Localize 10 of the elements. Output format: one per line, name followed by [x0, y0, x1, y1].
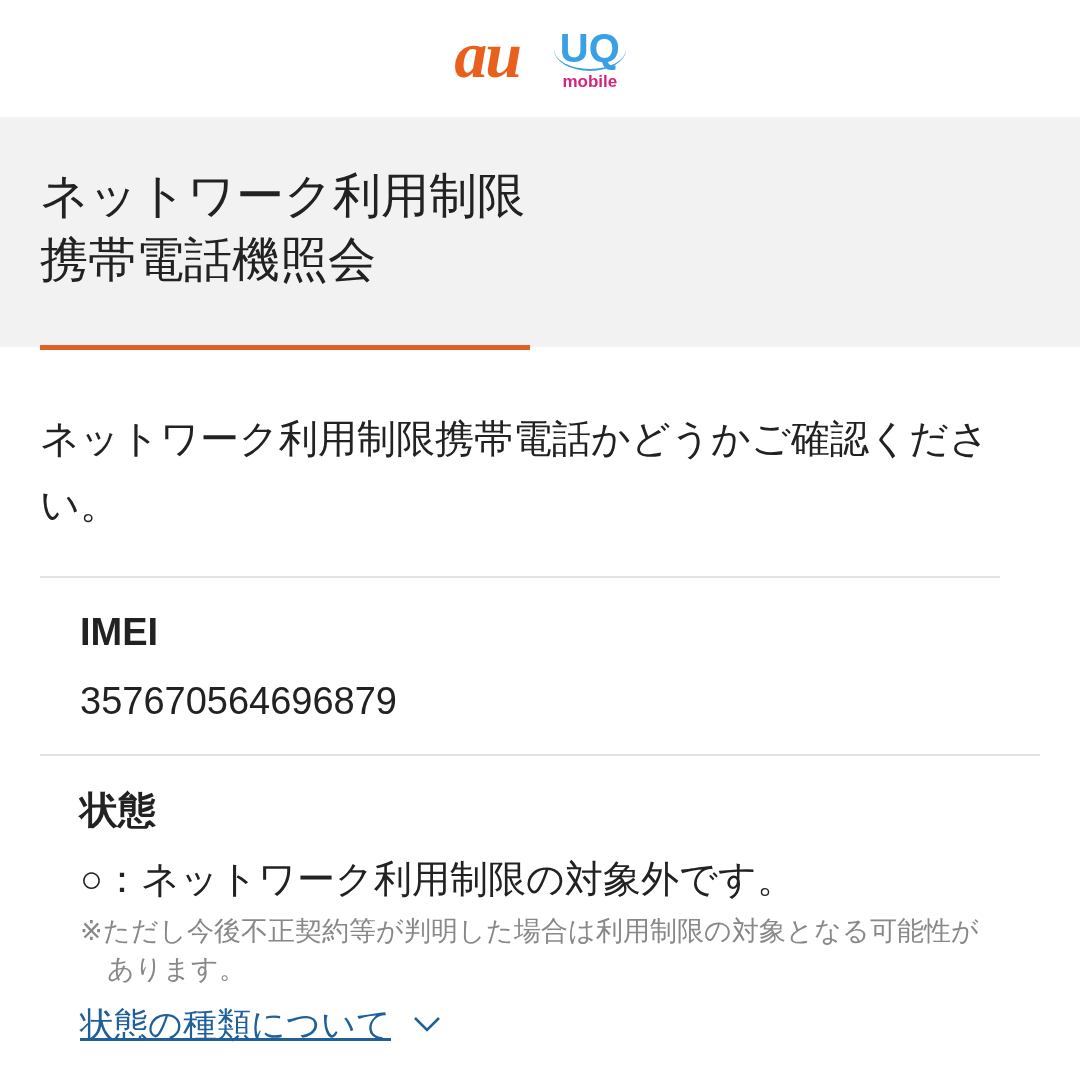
uq-mobile-logo: UQ mobile [553, 27, 626, 90]
chevron-icon [413, 1015, 441, 1033]
field-label: IMEI [80, 610, 160, 655]
intro-text: ネットワーク利用制限携帯電話かどうかご確認ください。 [40, 350, 1000, 578]
au-logo: au [454, 21, 520, 88]
note-text: ※ただし今後不正契約等が判明した場合は利用制限の対象となる可能性があります。 [80, 915, 980, 986]
field-label: 状態 [80, 788, 157, 833]
field-value: 357670564696879 [80, 679, 398, 724]
field-value: ○：ネットワーク利用制限の対象外です。 [80, 857, 796, 902]
page-title: ネットワーク利用制限 携帯電話機照会 [40, 168, 525, 288]
